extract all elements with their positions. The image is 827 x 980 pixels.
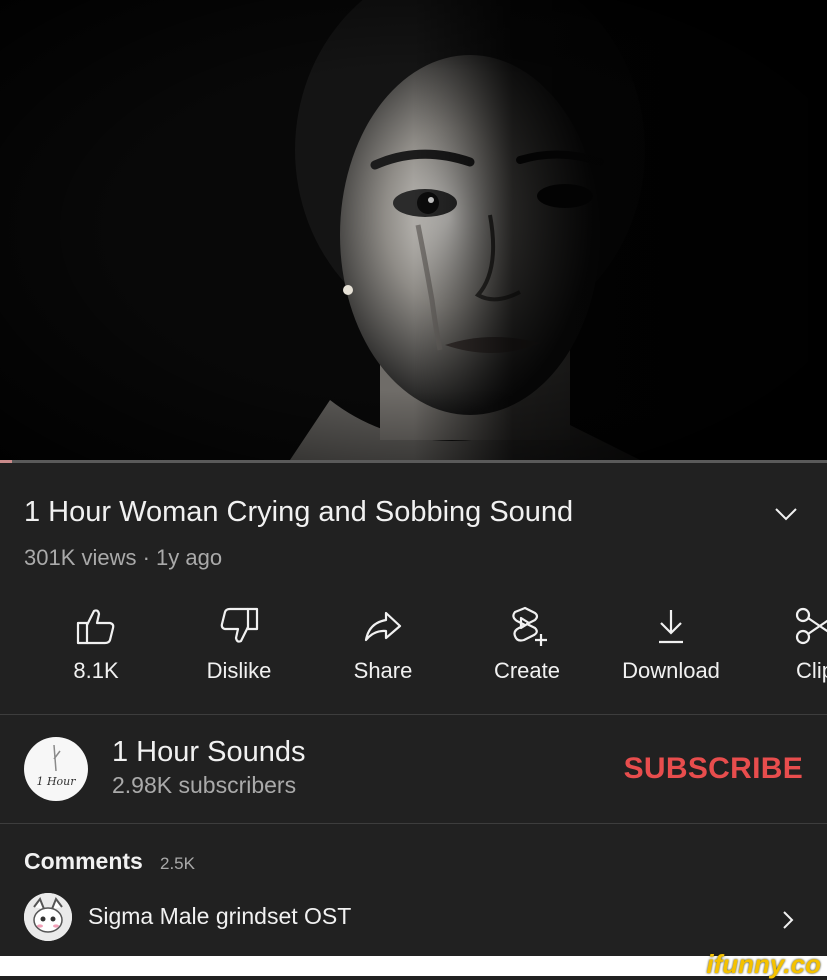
download-icon [611,600,731,652]
comments-heading[interactable]: Comments [24,848,143,875]
video-progress-bar[interactable] [0,460,827,463]
chevron-right-icon[interactable] [776,906,800,934]
download-label: Download [622,658,720,683]
clip-icon [755,600,827,652]
bottom-strip [0,956,827,976]
divider [0,823,827,824]
video-progress-fill [0,460,12,463]
comment-text[interactable]: Sigma Male grindset OST [88,903,351,930]
video-meta: 301K views · 1y ago [24,545,223,570]
divider [0,714,827,715]
avatar-text: 1 Hour [36,775,76,788]
share-button[interactable]: Share [323,600,443,684]
clip-button[interactable]: Clip [755,600,827,684]
dislike-button[interactable]: Dislike [179,600,299,684]
channel-avatar[interactable]: 1 Hour [24,737,88,801]
video-thumbnail [0,0,827,460]
video-player[interactable] [0,0,827,460]
share-icon [323,600,443,652]
video-title[interactable]: 1 Hour Woman Crying and Sobbing Sound [24,496,744,529]
share-label: Share [353,658,413,683]
like-count: 8.1K [73,658,119,683]
dislike-label: Dislike [206,658,272,683]
like-button[interactable]: 8.1K [36,600,156,684]
commenter-avatar [24,893,72,941]
create-icon [467,600,587,652]
subscribe-button[interactable]: SUBSCRIBE [624,752,803,786]
create-button[interactable]: Create [467,600,587,684]
subscriber-count: 2.98K subscribers [112,772,297,798]
create-label: Create [493,658,561,683]
comments-count: 2.5K [160,854,195,873]
thumbs-up-icon [36,600,156,652]
thumbs-down-icon [179,600,299,652]
channel-name[interactable]: 1 Hour Sounds [112,736,305,769]
watermark-logo: ifunny.co [706,949,821,979]
chevron-down-icon[interactable] [770,500,802,528]
clip-label: Clip [796,658,827,683]
action-bar: 8.1K Dislike Share Create Download Cli [0,600,827,696]
download-button[interactable]: Download [611,600,731,684]
